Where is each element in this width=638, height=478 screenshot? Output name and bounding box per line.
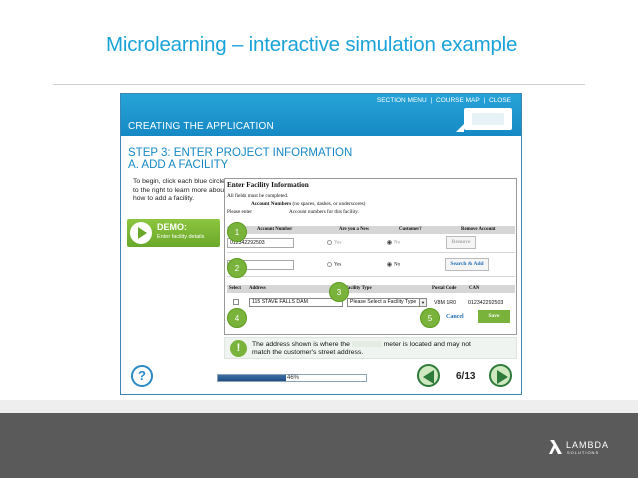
title-divider bbox=[53, 84, 585, 85]
row-divider bbox=[227, 252, 515, 253]
radio-no[interactable]: No bbox=[387, 240, 400, 246]
callout-box bbox=[464, 108, 512, 130]
slide-footer bbox=[0, 413, 638, 478]
account-table-header: Account Number Are you a New Customer? R… bbox=[227, 226, 515, 234]
facility-type-value: Please Select a Facility Type bbox=[350, 299, 417, 305]
radio-no[interactable]: No bbox=[387, 262, 400, 268]
step-title: STEP 3: ENTER PROJECT INFORMATION A. ADD… bbox=[128, 147, 352, 171]
header-remove-account: Remove Account bbox=[461, 227, 496, 232]
hotspot-5[interactable]: 5 bbox=[420, 308, 440, 328]
address-field: 115 STAVE FALLS DAM bbox=[249, 298, 343, 307]
step-subtitle-line: A. ADD A FACILITY bbox=[128, 159, 229, 171]
hotspot-4[interactable]: 4 bbox=[227, 308, 247, 328]
nav-separator: | bbox=[483, 97, 486, 104]
radio-dot-selected bbox=[387, 262, 392, 267]
form-requirement: All fields must be completed. bbox=[227, 193, 289, 199]
account-numbers-hint: (no spaces, dashes, or underscores) bbox=[291, 201, 366, 207]
callout-pointer bbox=[456, 124, 464, 132]
search-add-button[interactable]: Search & Add bbox=[445, 258, 489, 271]
header-can: CAN bbox=[469, 286, 480, 291]
step-title-line: STEP 3: ENTER PROJECT INFORMATION bbox=[128, 147, 353, 159]
account-numbers-label: Account Numbers bbox=[251, 201, 292, 207]
hotspot-1[interactable]: 1 bbox=[227, 222, 247, 242]
progress-label: 46% bbox=[286, 375, 299, 381]
nav-separator: | bbox=[430, 97, 433, 104]
can-value: 012342292503 bbox=[468, 300, 504, 306]
radio-yes[interactable]: Yes bbox=[327, 240, 341, 246]
header-postal-code: Postal Code bbox=[432, 286, 457, 291]
radio-dot bbox=[327, 240, 332, 245]
address-table-header: Select Address Facility Type Postal Code… bbox=[227, 285, 515, 293]
header-select: Select bbox=[229, 286, 241, 291]
facility-type-select[interactable]: Please Select a Facility Type ▼ bbox=[347, 298, 427, 307]
info-note: ! The address shown is where the meter i… bbox=[224, 337, 517, 359]
slide-title: Microlearning – interactive simulation e… bbox=[106, 33, 518, 56]
select-checkbox[interactable] bbox=[233, 299, 239, 305]
postal-code-value: V8M 1R0 bbox=[434, 300, 457, 306]
lambda-logo: LAMBDA SOLUTIONS bbox=[549, 438, 609, 458]
note-text-start: The address shown is where the bbox=[252, 341, 350, 348]
header-customer: Customer? bbox=[399, 227, 422, 232]
radio-yes[interactable]: Yes bbox=[327, 262, 341, 268]
redacted-text bbox=[351, 341, 382, 348]
instructions-text: To begin, click each blue circle to the … bbox=[133, 178, 226, 203]
footer-band bbox=[0, 400, 638, 413]
form-account-note: Account Numbers (no spaces, dashes, or u… bbox=[251, 201, 365, 207]
previous-button[interactable] bbox=[417, 364, 440, 387]
logo-text: LAMBDA bbox=[566, 440, 610, 450]
remove-button[interactable]: Remove bbox=[446, 236, 476, 249]
close-link[interactable]: CLOSE bbox=[489, 97, 511, 104]
lambda-icon bbox=[549, 440, 562, 454]
slide: Microlearning – interactive simulation e… bbox=[0, 0, 638, 478]
note-text: The address shown is where the meter is … bbox=[252, 341, 482, 357]
header-account-number: Account Number bbox=[257, 227, 293, 232]
save-button[interactable]: Save bbox=[478, 310, 510, 323]
row-divider bbox=[227, 276, 515, 277]
radio-dot bbox=[327, 262, 332, 267]
form-instruction-start: Please enter bbox=[227, 209, 252, 215]
form-title: Enter Facility Information bbox=[227, 181, 309, 189]
header-facility-type: Facility Type bbox=[345, 286, 372, 291]
hotspot-2[interactable]: 2 bbox=[227, 258, 247, 278]
course-map-link[interactable]: COURSE MAP bbox=[436, 97, 480, 104]
header-new-customer: Are you a New bbox=[339, 227, 370, 232]
section-menu-link[interactable]: SECTION MENU bbox=[377, 97, 427, 104]
progress-bar: 46% bbox=[217, 374, 367, 382]
facility-form: Enter Facility Information All fields mu… bbox=[224, 178, 517, 335]
demo-sublabel: Enter facility details bbox=[157, 234, 205, 240]
radio-no-label: No bbox=[394, 262, 401, 268]
section-title: CREATING THE APPLICATION bbox=[128, 121, 274, 132]
chevron-down-icon: ▼ bbox=[419, 299, 426, 306]
next-button[interactable] bbox=[489, 364, 512, 387]
radio-yes-label: Yes bbox=[334, 240, 342, 246]
radio-yes-label: Yes bbox=[334, 262, 342, 268]
simulation-window: SECTION MENU | COURSE MAP | CLOSE CREATI… bbox=[120, 93, 522, 395]
logo-subtext: SOLUTIONS bbox=[567, 450, 600, 455]
alert-icon: ! bbox=[230, 340, 247, 357]
top-navigation: SECTION MENU | COURSE MAP | CLOSE bbox=[377, 97, 511, 104]
hotspot-3[interactable]: 3 bbox=[329, 282, 349, 302]
cancel-link[interactable]: Cancel bbox=[446, 314, 464, 320]
play-icon bbox=[130, 222, 152, 244]
callout-content bbox=[472, 113, 504, 125]
radio-dot-selected bbox=[387, 240, 392, 245]
help-icon[interactable]: ? bbox=[131, 365, 153, 387]
radio-no-label: No bbox=[394, 240, 401, 246]
form-instruction-end: Account numbers for this facility. bbox=[289, 209, 359, 215]
module-footer: ? 46% 6/13 bbox=[121, 360, 521, 394]
demo-button[interactable]: DEMO: Enter facility details bbox=[127, 219, 220, 247]
header-address: Address bbox=[249, 286, 266, 291]
demo-label: DEMO: bbox=[157, 222, 187, 232]
page-counter: 6/13 bbox=[456, 371, 476, 382]
